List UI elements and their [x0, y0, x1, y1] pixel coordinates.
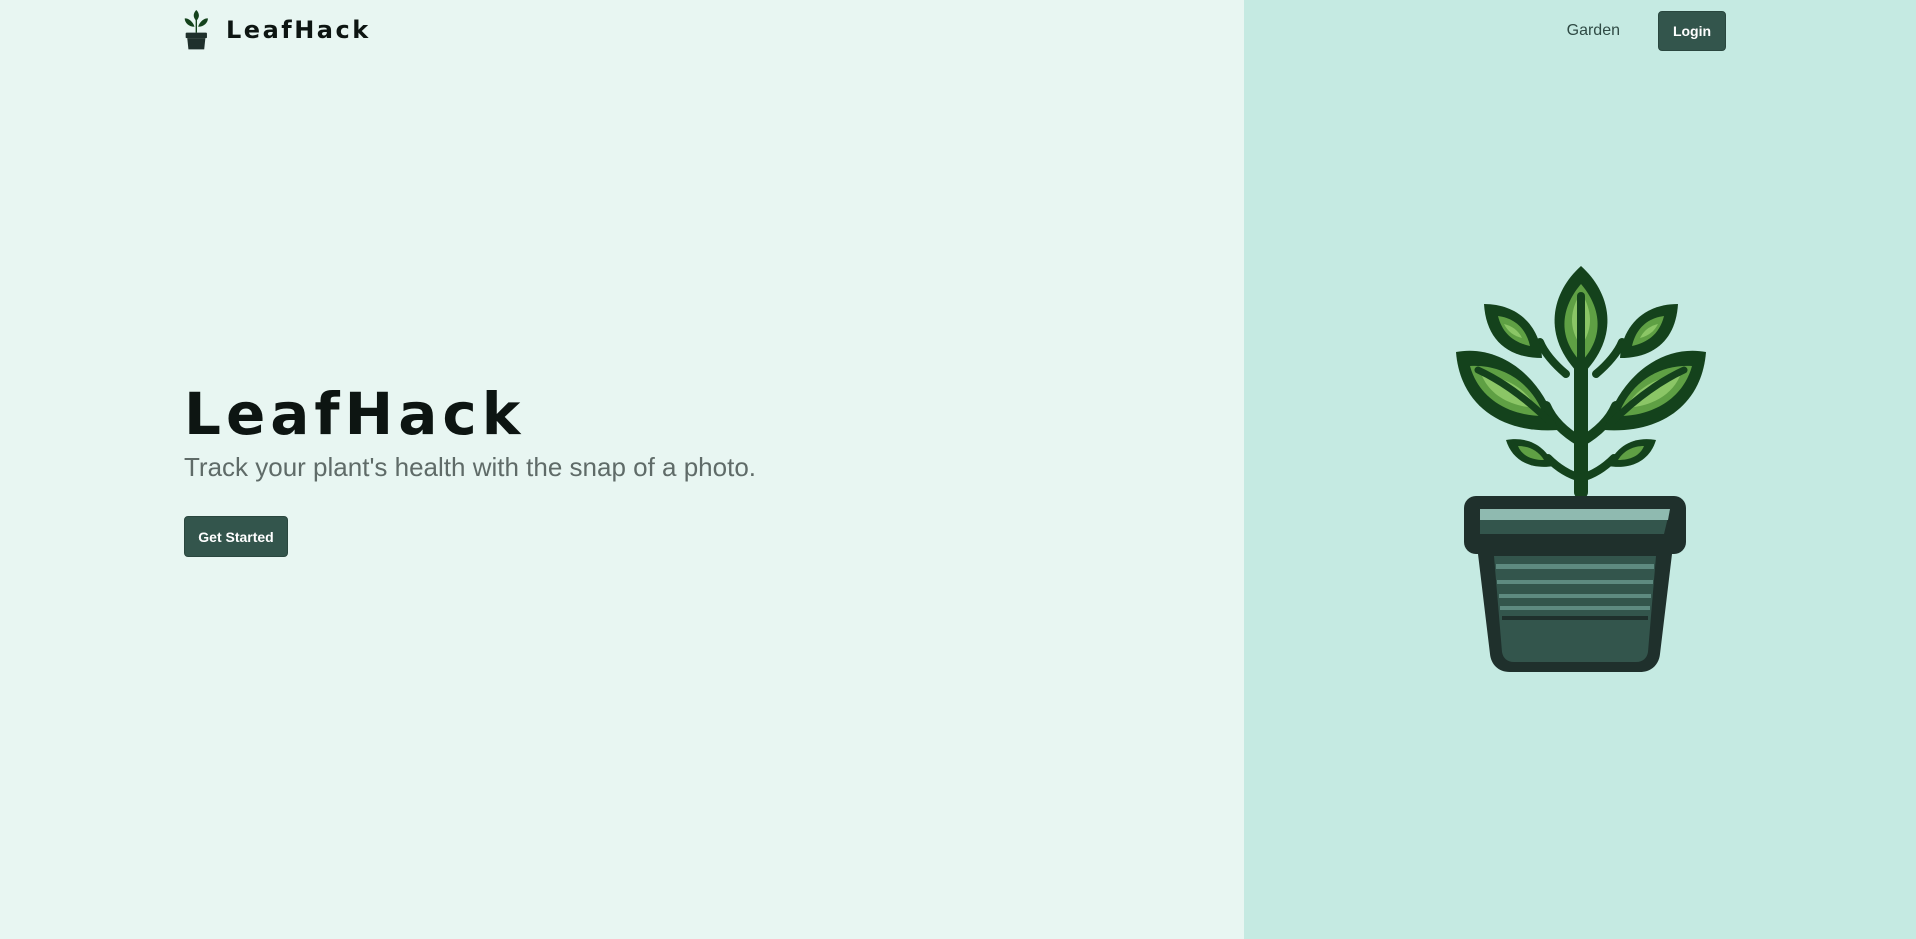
lower-left-leaf	[1506, 439, 1554, 467]
brand-home-link[interactable]: LeafHack	[184, 10, 371, 50]
right-big-leaf	[1604, 350, 1706, 431]
get-started-button[interactable]: Get Started	[184, 516, 288, 557]
top-leaf	[1554, 266, 1608, 376]
top-nav: Garden Login	[1567, 11, 1726, 51]
potted-plant-icon	[184, 10, 208, 50]
hero-section: LeafHack Track your plant's health with …	[184, 378, 756, 557]
left-big-leaf	[1456, 350, 1558, 431]
upper-left-leaf	[1484, 304, 1542, 358]
lower-right-leaf	[1608, 439, 1656, 467]
upper-right-leaf	[1620, 304, 1678, 358]
hero-subtitle: Track your plant's health with the snap …	[184, 452, 756, 482]
potted-plant-illustration	[1456, 266, 1706, 672]
plant-pot	[1464, 496, 1686, 672]
brand-name: LeafHack	[226, 16, 371, 44]
hero-title: LeafHack	[184, 380, 526, 448]
login-button[interactable]: Login	[1658, 11, 1726, 51]
landing-page: LeafHack Garden Login LeafHack Track you…	[0, 0, 1916, 939]
nav-link-garden[interactable]: Garden	[1567, 22, 1620, 40]
